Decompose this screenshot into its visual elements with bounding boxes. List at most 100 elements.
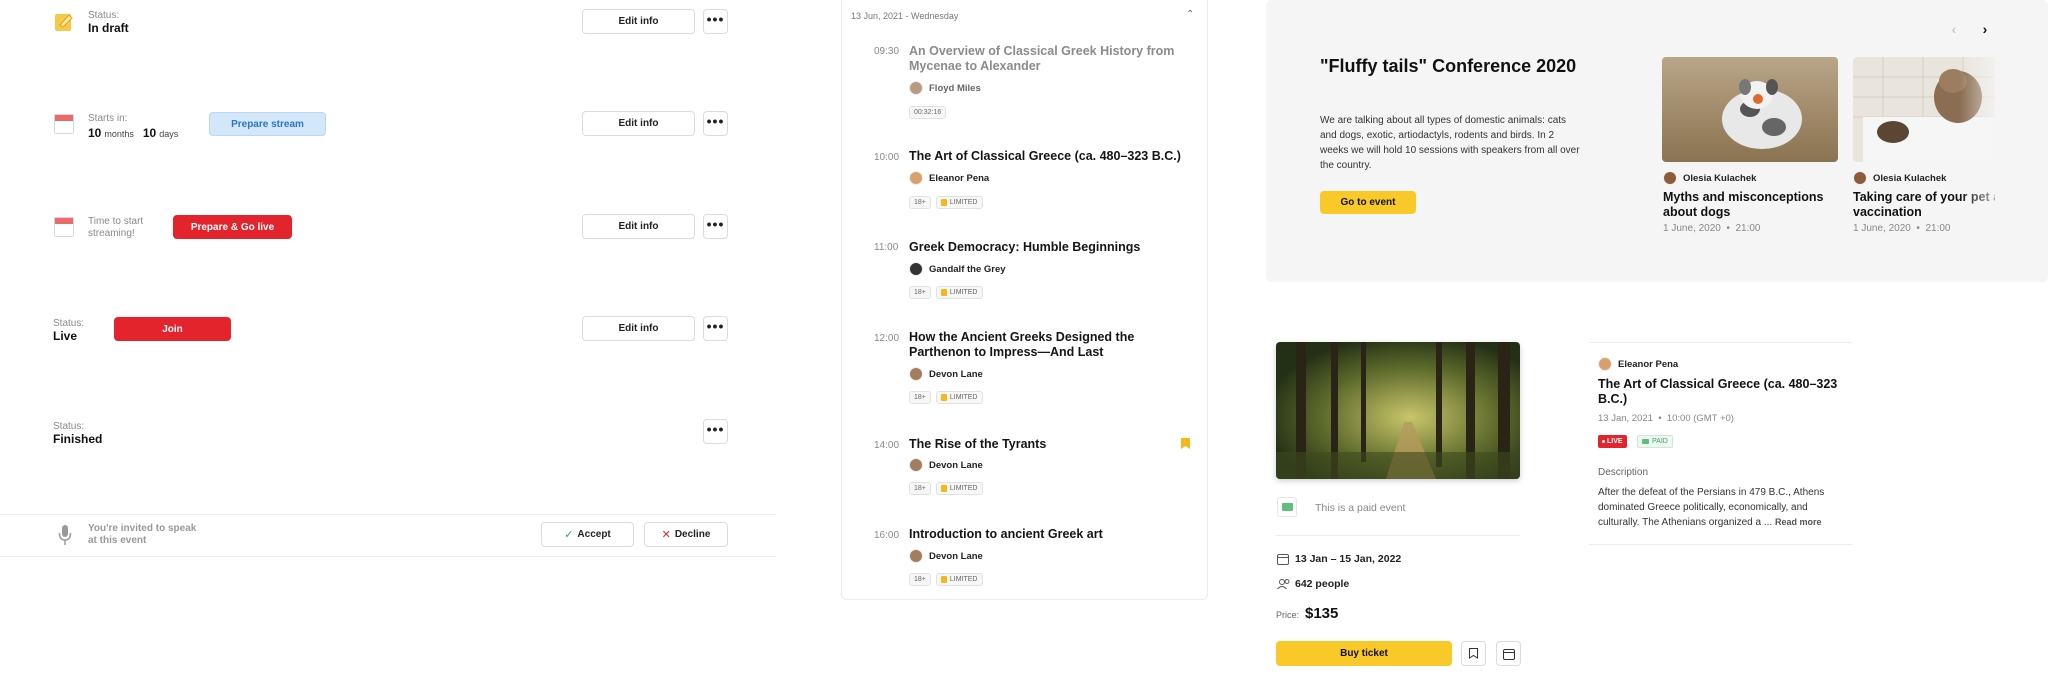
avatar: [1853, 171, 1867, 185]
forest-image: [1276, 342, 1520, 479]
session-title[interactable]: Greek Democracy: Humble Beginnings: [909, 240, 1199, 255]
more-button[interactable]: •••: [703, 419, 728, 444]
paid-event-text: This is a paid event: [1315, 502, 1406, 514]
session-tags: 18+ LIMITED: [909, 482, 983, 495]
access-label: LIMITED: [949, 485, 978, 492]
session-title[interactable]: The Rise of the Tyrants: [909, 437, 1199, 452]
calendar-icon: [54, 217, 74, 239]
join-button[interactable]: Join: [114, 317, 231, 341]
bookmark-button[interactable]: [1461, 641, 1486, 666]
access-badge: LIMITED: [935, 286, 983, 299]
speaker-name: Devon Lane: [929, 368, 983, 380]
countdown-days-unit: days: [159, 129, 179, 139]
access-label: LIMITED: [949, 199, 978, 206]
time-to-start-label: Time to start streaming!: [88, 216, 144, 239]
edit-info-button[interactable]: Edit info: [582, 316, 695, 341]
avatar: [909, 458, 923, 472]
more-icon: •••: [706, 10, 725, 27]
read-more-link[interactable]: Read more: [1775, 517, 1822, 527]
more-button[interactable]: •••: [703, 111, 728, 136]
invite-text: You're invited to speak at this event: [88, 523, 197, 546]
prepare-stream-button[interactable]: Prepare stream: [209, 112, 326, 136]
card-author: Olesia Kulachek: [1663, 171, 1756, 185]
card-author: Olesia Kulachek: [1853, 171, 1946, 185]
countdown-days: 10: [142, 126, 157, 140]
more-button[interactable]: •••: [703, 9, 728, 34]
session-time: 10:00: [874, 152, 900, 163]
live-badge: LIVE: [1598, 435, 1627, 448]
dog-image[interactable]: [1662, 57, 1838, 162]
starts-in-label: Starts in:: [88, 113, 128, 124]
draft-icon: [54, 11, 74, 33]
status-value: Live: [53, 329, 78, 343]
edit-info-button[interactable]: Edit info: [582, 214, 695, 239]
chevron-up-icon[interactable]: ⌃: [1186, 9, 1194, 20]
session-time: 09:30: [874, 46, 900, 57]
access-badge: LIMITED: [935, 482, 983, 495]
session-tags: 18+ LIMITED: [909, 286, 983, 299]
speaker-name: Gandalf the Grey: [929, 263, 1006, 275]
prepare-go-live-button[interactable]: Prepare & Go live: [173, 215, 292, 239]
microphone-icon: [58, 524, 72, 551]
decline-button[interactable]: ✕ Decline: [644, 522, 728, 547]
card-time: 21:00: [1735, 223, 1761, 234]
session-speaker: Floyd Miles: [909, 81, 981, 95]
calendar-add-icon: [1502, 648, 1515, 660]
card-title-line: Myths and misconceptions: [1663, 190, 1824, 204]
description-text: After the defeat of the Persians in 479 …: [1598, 486, 1843, 531]
conference-description: We are talking about all types of domest…: [1320, 115, 1580, 171]
duration-badge: 00:32:16: [909, 106, 947, 119]
session-title[interactable]: Introduction to ancient Greek art: [909, 527, 1199, 542]
session-time: 16:00: [874, 530, 900, 541]
edit-info-button[interactable]: Edit info: [582, 111, 695, 136]
description-heading: Description: [1598, 467, 1649, 478]
ticket-icon: [1277, 497, 1297, 517]
more-button[interactable]: •••: [703, 316, 728, 341]
session-title[interactable]: An Overview of Classical Greek History f…: [909, 44, 1199, 74]
session-title[interactable]: How the Ancient Greeks Designed the Part…: [909, 330, 1169, 360]
access-badge: LIMITED: [935, 196, 983, 209]
live-label: LIVE: [1607, 438, 1623, 445]
author-name: Olesia Kulachek: [1873, 172, 1947, 184]
session-tags: 18+ LIMITED: [909, 573, 983, 586]
session-time: 12:00: [874, 333, 900, 344]
session-speaker: Devon Lane: [909, 549, 983, 563]
ticket-icon: [1642, 439, 1649, 444]
conference-title: "Fluffy tails" Conference 2020: [1320, 56, 1577, 76]
close-icon: ✕: [661, 529, 671, 541]
paid-label: PAID: [1652, 438, 1668, 445]
avatar: [1663, 171, 1677, 185]
access-label: LIMITED: [949, 289, 978, 296]
speaker-name: Devon Lane: [929, 550, 983, 562]
access-badge: LIMITED: [935, 573, 983, 586]
divider: [0, 514, 776, 515]
edit-info-button[interactable]: Edit info: [582, 9, 695, 34]
more-button[interactable]: •••: [703, 214, 728, 239]
chevron-left-icon[interactable]: ‹: [1944, 19, 1964, 39]
price-value: $135: [1305, 605, 1339, 622]
buy-ticket-button[interactable]: Buy ticket: [1276, 641, 1452, 666]
lock-icon: [940, 394, 947, 401]
author-name: Olesia Kulachek: [1683, 172, 1757, 184]
go-to-event-button[interactable]: Go to event: [1320, 191, 1416, 214]
bookmark-icon[interactable]: [1181, 436, 1190, 454]
avatar: [909, 171, 923, 185]
price-label: Price:: [1276, 610, 1300, 620]
schedule-date: 13 Jun, 2021 - Wednesday: [851, 11, 959, 21]
session-tags: 18+ LIMITED: [909, 391, 983, 404]
session-speaker: Eleanor Pena: [909, 171, 989, 185]
age-badge: 18+: [909, 391, 931, 404]
divider: [0, 556, 776, 557]
add-to-calendar-button[interactable]: [1496, 641, 1521, 666]
detail-time: 10:00 (GMT +0): [1666, 413, 1734, 424]
bookmark-icon: [1469, 648, 1478, 659]
age-badge: 18+: [909, 482, 931, 495]
avatar: [1598, 357, 1612, 371]
session-title[interactable]: The Art of Classical Greece (ca. 480–323…: [909, 149, 1199, 164]
accept-label: Accept: [577, 529, 611, 540]
accept-button[interactable]: ✓ Accept: [541, 522, 634, 547]
card-title[interactable]: Myths and misconceptions about dogs: [1663, 190, 1843, 220]
chevron-right-icon[interactable]: ›: [1975, 19, 1995, 39]
session-time: 14:00: [874, 440, 900, 451]
detail-title[interactable]: The Art of Classical Greece (ca. 480–323…: [1598, 377, 1843, 407]
